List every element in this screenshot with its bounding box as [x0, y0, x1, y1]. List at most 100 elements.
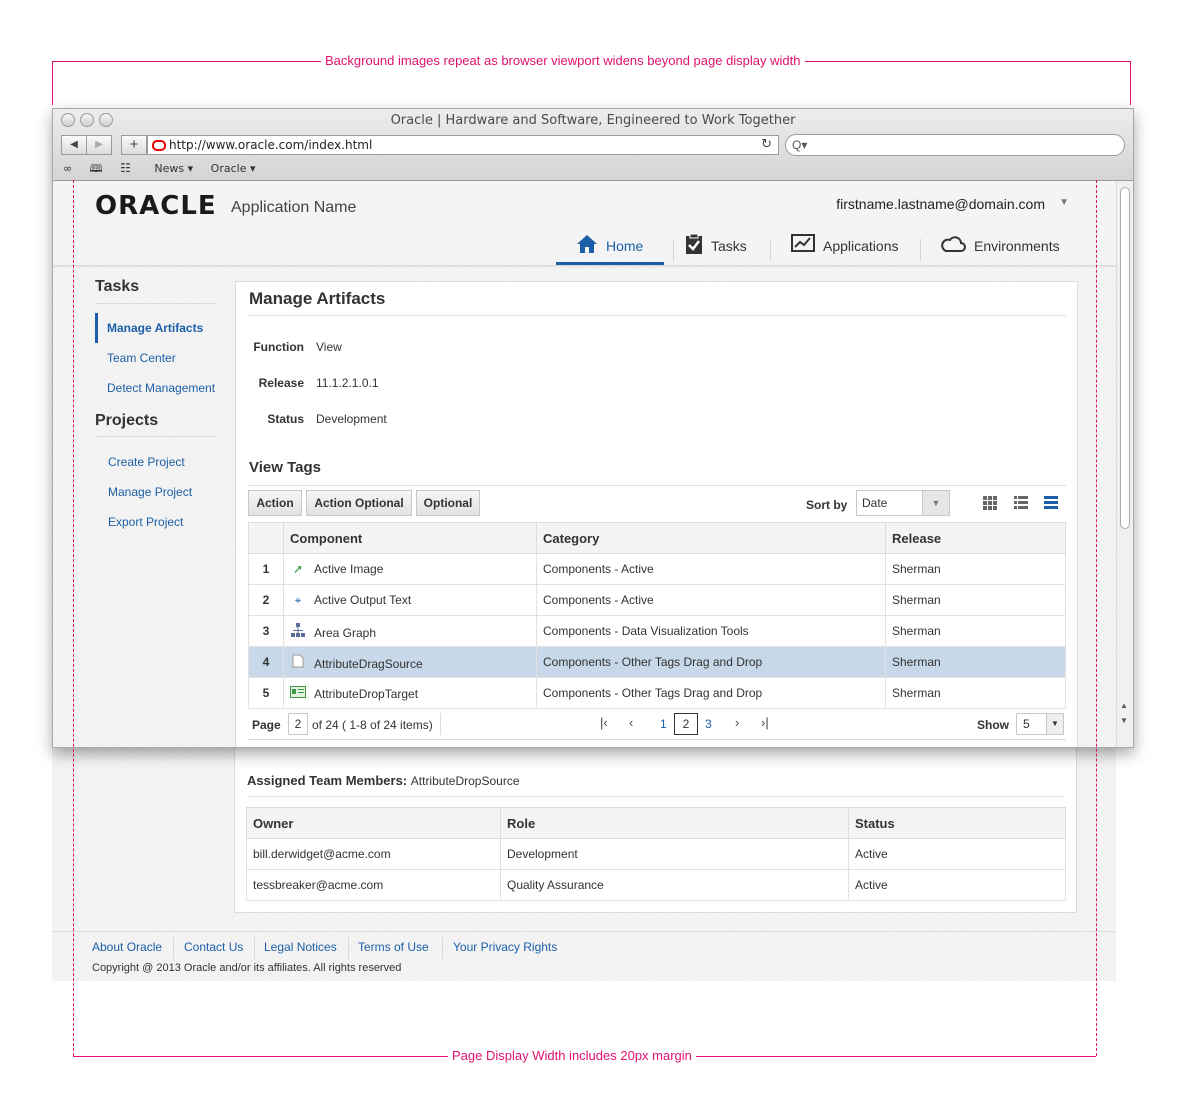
view-tags-heading: View Tags: [249, 459, 321, 476]
team-table: Owner Role Status bill.derwidget@acme.co…: [246, 807, 1066, 901]
address-bar[interactable]: http://www.oracle.com/index.html ↻: [147, 135, 779, 155]
team-table-header: Owner Role Status: [246, 807, 1066, 839]
annotation-top-text: Background images repeat as browser view…: [321, 53, 805, 68]
tab-applications-label: Applications: [823, 238, 899, 254]
bookmark-news[interactable]: News ▾: [154, 162, 193, 175]
row-number: 2: [248, 584, 284, 616]
sidebar-item-detect-management[interactable]: Detect Management: [107, 381, 215, 395]
table-row[interactable]: 1 ➚ Active Image Components - Active Sher…: [248, 553, 1066, 585]
rows-per-page-value: 5: [1023, 717, 1030, 731]
address-url: http://www.oracle.com/index.html: [169, 138, 373, 152]
forward-button[interactable]: ▶: [86, 135, 112, 155]
title-divider: [248, 315, 1066, 316]
sidebar-item-manage-artifacts[interactable]: Manage Artifacts: [107, 321, 203, 335]
page-link-2-current[interactable]: 2: [674, 713, 698, 735]
annotation-right-guide: [1096, 180, 1097, 1056]
tab-environments[interactable]: Environments: [940, 233, 1080, 265]
team-role: Development: [500, 838, 849, 870]
sort-by-value: Date: [862, 496, 888, 510]
user-menu[interactable]: firstname.lastname@domain.com: [836, 196, 1045, 212]
table-row[interactable]: 2 ⌖ Active Output Text Components - Activ…: [248, 584, 1066, 616]
tab-home-label: Home: [606, 238, 644, 254]
chevron-down-icon[interactable]: ▼: [922, 491, 949, 515]
column-header-owner[interactable]: Owner: [246, 807, 501, 839]
oracle-logo[interactable]: ORACLE: [95, 191, 217, 221]
add-bookmark-button[interactable]: +: [121, 135, 147, 155]
chevron-down-icon[interactable]: ▼: [1059, 197, 1069, 208]
category-cell: Components - Other Tags Drag and Drop: [536, 646, 886, 678]
function-value: View: [316, 340, 342, 354]
tab-home[interactable]: Home: [556, 233, 664, 265]
release-cell: Sherman: [885, 584, 1066, 616]
sidebar-item-create-project[interactable]: Create Project: [108, 455, 185, 469]
tab-applications[interactable]: Applications: [791, 233, 921, 265]
sort-by-select[interactable]: Date ▼: [856, 490, 950, 516]
sidebar-item-manage-project[interactable]: Manage Project: [108, 485, 192, 499]
release-value: 11.1.2.1.0.1: [316, 376, 379, 390]
back-button[interactable]: ◀: [61, 135, 87, 155]
action-button[interactable]: Action: [248, 490, 302, 516]
column-header-release[interactable]: Release: [885, 522, 1066, 554]
list-view-icon[interactable]: [1044, 496, 1058, 510]
tab-tasks[interactable]: Tasks: [685, 233, 775, 265]
action-optional-button[interactable]: Action Optional: [306, 490, 412, 516]
page-link-3[interactable]: 3: [705, 717, 712, 731]
chevron-down-icon[interactable]: ▼: [1046, 714, 1063, 734]
footer-link-legal[interactable]: Legal Notices: [264, 940, 337, 954]
footer-link-contact[interactable]: Contact Us: [184, 940, 243, 954]
sidebar-item-team-center[interactable]: Team Center: [107, 351, 176, 365]
footer-link-privacy[interactable]: Your Privacy Rights: [453, 940, 557, 954]
footer-link-terms[interactable]: Terms of Use: [358, 940, 429, 954]
scrollbar-thumb[interactable]: [1120, 187, 1130, 529]
last-page-icon[interactable]: ›|: [761, 715, 769, 730]
previous-page-icon[interactable]: ‹: [629, 715, 633, 730]
sidebar-projects-heading: Projects: [95, 412, 159, 429]
team-row[interactable]: bill.derwidget@acme.com Development Acti…: [246, 838, 1066, 870]
table-row-selected[interactable]: 4 AttributeDragSource Components - Other…: [248, 646, 1066, 678]
column-header-category[interactable]: Category: [536, 522, 886, 554]
bookmarks-book-icon[interactable]: 🕮: [90, 162, 103, 175]
search-field[interactable]: Q▾: [785, 134, 1125, 156]
top-sites-grid-icon[interactable]: ☷: [120, 161, 131, 175]
detail-list-view-icon[interactable]: [1014, 496, 1028, 510]
scroll-down-icon[interactable]: ▼: [1120, 716, 1128, 725]
next-page-icon[interactable]: ›: [735, 715, 739, 730]
first-page-icon[interactable]: |‹: [600, 715, 608, 730]
chart-icon: [791, 233, 815, 261]
component-name: Active Output Text: [314, 592, 412, 607]
reading-list-icon[interactable]: ∞: [63, 162, 72, 175]
page-number-input[interactable]: 2: [288, 713, 308, 735]
window-title: Oracle | Hardware and Software, Engineer…: [390, 113, 796, 128]
vertical-scrollbar[interactable]: ▲ ▼: [1116, 181, 1133, 747]
sidebar-divider: [95, 436, 217, 437]
footer-separator: [442, 937, 443, 959]
rows-per-page-select[interactable]: 5 ▼: [1016, 713, 1064, 735]
column-header-component[interactable]: Component: [283, 522, 537, 554]
bookmarks-bar: ∞ 🕮 ☷ News ▾ Oracle ▾: [63, 160, 269, 179]
component-cell: AttributeDropTarget: [283, 677, 537, 709]
team-heading: Assigned Team Members: AttributeDropSour…: [247, 773, 520, 788]
component-name: Area Graph: [314, 625, 377, 640]
grid-view-icon[interactable]: [983, 496, 997, 510]
column-header-role[interactable]: Role: [500, 807, 849, 839]
hierarchy-icon: [290, 622, 306, 640]
team-row[interactable]: tessbreaker@acme.com Quality Assurance A…: [246, 869, 1066, 901]
component-cell: AttributeDragSource: [283, 646, 537, 678]
optional-button[interactable]: Optional: [416, 490, 480, 516]
column-header-status[interactable]: Status: [848, 807, 1066, 839]
page-title: Manage Artifacts: [249, 289, 386, 308]
sidebar-item-export-project[interactable]: Export Project: [108, 515, 183, 529]
footer-link-about[interactable]: About Oracle: [92, 940, 162, 954]
reload-icon[interactable]: ↻: [761, 136, 772, 154]
release-cell: Sherman: [885, 553, 1066, 585]
annotation-top-bracket-right: [1130, 61, 1131, 105]
tags-table: Component Category Release 1 ➚ Active Ima…: [248, 522, 1066, 709]
app-header: ORACLE Application Name firstname.lastna…: [53, 181, 1117, 266]
row-number: 4: [248, 646, 284, 678]
scroll-up-icon[interactable]: ▲: [1120, 701, 1128, 710]
bookmark-oracle[interactable]: Oracle ▾: [211, 162, 256, 175]
page-link-1[interactable]: 1: [660, 717, 667, 731]
table-row[interactable]: 3 Area Graph Components - Data Visualiza…: [248, 615, 1066, 647]
table-row[interactable]: 5 AttributeDropTarget Components - Other…: [248, 677, 1066, 709]
component-cell: ⌖ Active Output Text: [283, 584, 537, 616]
